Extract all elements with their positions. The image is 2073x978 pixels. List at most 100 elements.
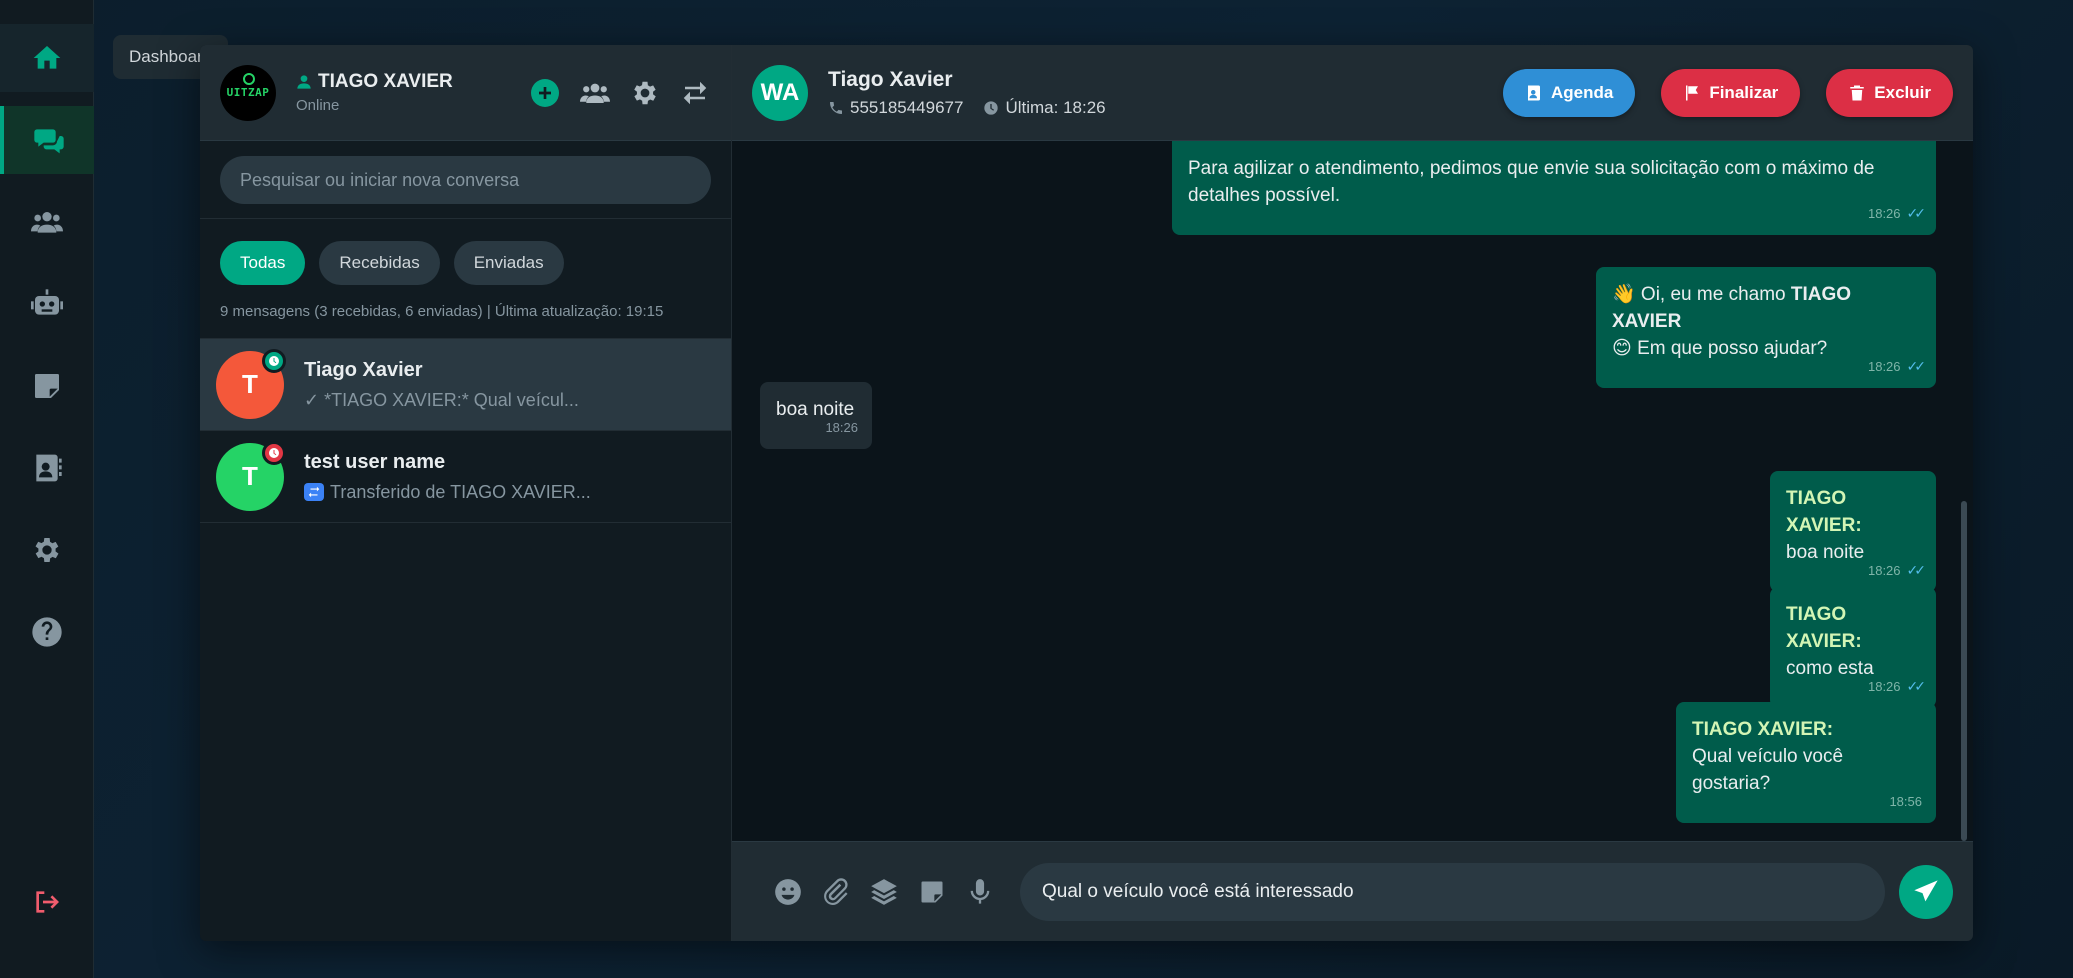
search-input[interactable] <box>220 156 711 204</box>
conversation-preview-text: ✓ *TIAGO XAVIER:* Qual veícul... <box>304 389 579 410</box>
message-scrollbar[interactable] <box>1961 501 1967 841</box>
emoji-button[interactable] <box>770 874 806 910</box>
finalizar-button[interactable]: Finalizar <box>1661 68 1801 117</box>
nav-bots[interactable] <box>0 270 94 338</box>
nav-home[interactable] <box>0 24 94 92</box>
chat-app: UITZAP TIAGO XAVIER Online Pesquisar ou … <box>200 45 1973 941</box>
user-name-text: TIAGO XAVIER <box>318 71 453 92</box>
message-time: 18:26 ✓✓ <box>1867 200 1927 227</box>
nav-settings[interactable] <box>0 516 94 584</box>
avatar: T <box>216 440 286 511</box>
message-time-text: 18:26 <box>1867 206 1901 221</box>
message-outgoing: Para agilizar o atendimento, pedimos que… <box>1172 141 1936 235</box>
conversation-name: Tiago Xavier <box>304 358 423 381</box>
chat-panel: WA Tiago Xavier 555185449677 Última: 18:… <box>732 45 1973 941</box>
message-outgoing: TIAGO XAVIER: como esta 18:26 ✓✓ <box>1770 587 1936 708</box>
user-status: Online <box>296 97 340 114</box>
message-time-text: 18:26 <box>1867 359 1901 374</box>
note-icon <box>921 881 943 902</box>
contact-avatar: WA <box>752 64 808 121</box>
sidebar-actions <box>529 77 711 109</box>
filter-enviadas[interactable]: Enviadas <box>453 241 564 285</box>
filter-chips: Todas Recebidas Enviadas <box>200 219 731 285</box>
user-info: TIAGO XAVIER Online <box>296 71 529 114</box>
layers-icon <box>871 878 897 905</box>
agenda-button[interactable]: Agenda <box>1502 68 1636 117</box>
excluir-button[interactable]: Excluir <box>1826 68 1953 117</box>
message-time: 18:26 ✓✓ <box>1867 557 1927 584</box>
message-sender: TIAGO XAVIER: <box>1692 719 1834 740</box>
contact-book-icon <box>1527 85 1540 100</box>
message-outgoing: 👋 Oi, eu me chamo TIAGO XAVIER 😊 Em que … <box>1596 267 1936 388</box>
users-icon <box>31 212 63 233</box>
conversation-preview-text: Transferido de TIAGO XAVIER... <box>330 481 591 502</box>
filter-todas[interactable]: Todas <box>220 241 306 285</box>
conversation-item[interactable]: T test user name Transferido de TIAGO XA… <box>200 431 731 523</box>
nav-help[interactable] <box>0 598 94 666</box>
message-sender: TIAGO XAVIER: <box>1786 488 1862 536</box>
attach-button[interactable] <box>818 874 854 910</box>
chat-icon <box>34 129 64 154</box>
contacts-icon <box>36 454 62 482</box>
contact-phone: 555185449677 <box>828 98 963 118</box>
logo-text: UITZAP <box>226 86 270 99</box>
clock-badge-icon <box>262 348 286 373</box>
message-sender: TIAGO XAVIER: <box>1786 604 1862 652</box>
conversation-item[interactable]: T Tiago Xavier ✓ *TIAGO XAVIER:* Qual ve… <box>200 339 731 431</box>
groups-button[interactable] <box>579 77 611 109</box>
transfer-button[interactable] <box>679 77 711 109</box>
templates-button[interactable] <box>866 874 902 910</box>
contact-info: Tiago Xavier 555185449677 Última: 18:26 <box>828 68 1477 118</box>
nav-users[interactable] <box>0 188 94 256</box>
contact-name: Tiago Xavier <box>828 67 953 91</box>
app-logo: UITZAP <box>220 64 276 121</box>
message-input[interactable] <box>1020 862 1885 921</box>
trash-icon <box>1850 85 1865 100</box>
plus-icon <box>531 78 559 107</box>
gear-icon <box>634 81 656 104</box>
conversation-sidebar: UITZAP TIAGO XAVIER Online Pesquisar ou … <box>200 45 732 941</box>
agenda-label: Agenda <box>1550 82 1614 102</box>
double-check-icon: ✓✓ <box>1906 678 1927 694</box>
settings-button[interactable] <box>629 77 661 109</box>
double-check-icon: ✓✓ <box>1906 562 1927 578</box>
search-bar <box>200 141 731 219</box>
double-check-icon: ✓✓ <box>1906 358 1927 374</box>
contact-phone-text: 555185449677 <box>850 97 964 117</box>
conversation-name: test user name <box>304 450 446 473</box>
send-button[interactable] <box>1899 864 1953 919</box>
new-chat-button[interactable] <box>529 77 561 109</box>
logo-check-icon <box>243 72 255 85</box>
clock-icon <box>984 100 999 115</box>
double-check-icon: ✓✓ <box>1906 205 1927 221</box>
voice-button[interactable] <box>962 874 998 910</box>
nav-rail <box>0 0 94 978</box>
filter-recebidas[interactable]: Recebidas <box>319 241 440 285</box>
users-icon <box>580 83 610 103</box>
message-summary: 9 mensagens (3 recebidas, 6 enviadas) | … <box>200 285 731 339</box>
message-time-text: 18:26 <box>1867 563 1901 578</box>
message-time: 18:56 <box>1889 788 1922 815</box>
user-icon <box>297 75 311 89</box>
nav-logout[interactable] <box>0 868 94 936</box>
message-time-text: 18:56 <box>1889 794 1922 809</box>
phone-icon <box>830 101 842 114</box>
nav-contacts[interactable] <box>0 434 94 502</box>
contact-meta: 555185449677 Última: 18:26 <box>828 98 1477 118</box>
finalizar-label: Finalizar <box>1709 82 1779 102</box>
note-button[interactable] <box>914 874 950 910</box>
microphone-icon <box>970 878 990 904</box>
conversation-text: test user name Transferido de TIAGO XAVI… <box>304 451 591 503</box>
message-text: Para agilizar o atendimento, pedimos que… <box>1188 158 1875 206</box>
message-list: Para agilizar o atendimento, pedimos que… <box>732 141 1973 841</box>
user-name: TIAGO XAVIER <box>296 71 529 93</box>
avatar-initial: T <box>242 461 258 491</box>
message-time-text: 18:26 <box>1867 679 1901 694</box>
message-time: 18:26 <box>825 414 858 441</box>
message-text: Qual veículo você gostaria? <box>1692 746 1844 794</box>
gear-icon <box>35 538 59 562</box>
message-composer <box>732 841 1973 941</box>
nav-notes[interactable] <box>0 352 94 420</box>
nav-chats[interactable] <box>0 106 94 174</box>
sidebar-header: UITZAP TIAGO XAVIER Online <box>200 45 731 141</box>
